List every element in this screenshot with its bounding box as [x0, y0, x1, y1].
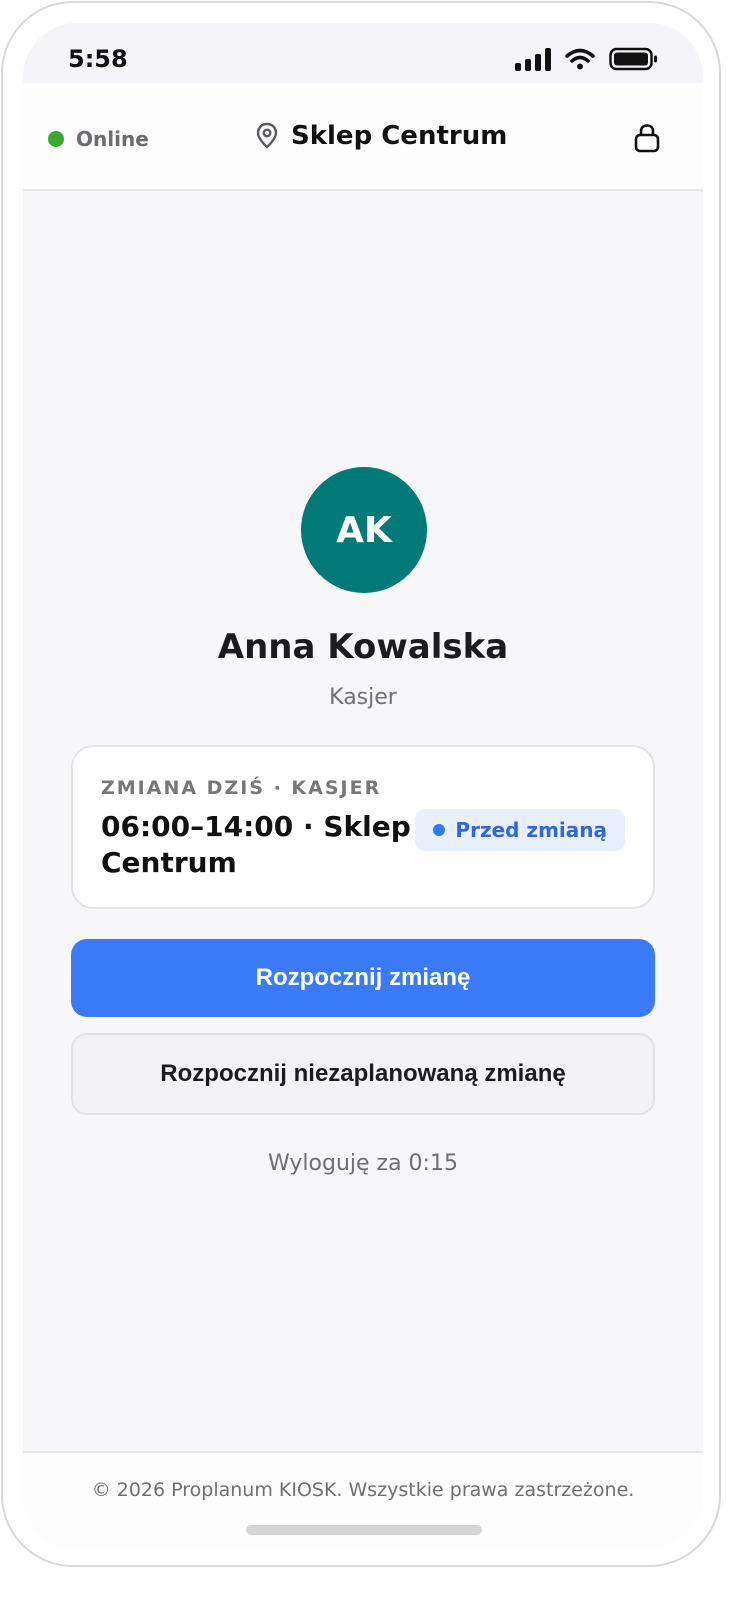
status-badge: Przed zmianą — [415, 809, 625, 851]
copyright-text: © 2026 Proplanum KIOSK. Wszystkie prawa … — [91, 1479, 635, 1501]
employee-name: Anna Kowalska — [217, 627, 509, 667]
online-dot-icon — [48, 131, 64, 147]
status-icons — [515, 47, 659, 71]
connection-status: Online — [48, 127, 149, 151]
device-frame: 5:58 Online Sklep Centrum AK Anna Kowals… — [1, 1, 721, 1567]
avatar-initials: AK — [336, 509, 392, 551]
home-indicator[interactable] — [246, 1525, 482, 1535]
screen: 5:58 Online Sklep Centrum AK Anna Kowals… — [23, 23, 703, 1549]
status-time: 5:58 — [68, 45, 128, 73]
start-unplanned-shift-button[interactable]: Rozpocznij niezaplanowaną zmianę — [71, 1033, 655, 1115]
connection-status-label: Online — [76, 127, 149, 151]
lock-button[interactable] — [633, 123, 661, 157]
shift-card: ZMIANA DZIŚ · KASJER 06:00–14:00 · Sklep… — [71, 745, 655, 909]
logout-timer: Wyloguję za 0:15 — [268, 1151, 458, 1176]
status-dot-icon — [433, 824, 446, 836]
signal-icon — [515, 47, 551, 71]
battery-icon — [609, 47, 657, 71]
status-bar: 5:58 — [23, 23, 703, 83]
shift-time-location: 06:00–14:00 · Sklep Centrum — [101, 810, 411, 879]
employee-role: Kasjer — [329, 685, 397, 710]
lock-icon — [634, 124, 660, 153]
app-header: Online Sklep Centrum — [23, 83, 703, 191]
wifi-icon — [565, 48, 595, 70]
status-badge-label: Przed zmianą — [455, 818, 607, 842]
start-shift-button[interactable]: Rozpocznij zmianę — [71, 939, 655, 1017]
store-name: Sklep Centrum — [291, 121, 508, 151]
shift-caption: ZMIANA DZIŚ · KASJER — [101, 777, 382, 799]
store-selector: Sklep Centrum — [255, 121, 507, 151]
location-pin-icon — [256, 122, 278, 149]
avatar: AK — [301, 467, 427, 593]
